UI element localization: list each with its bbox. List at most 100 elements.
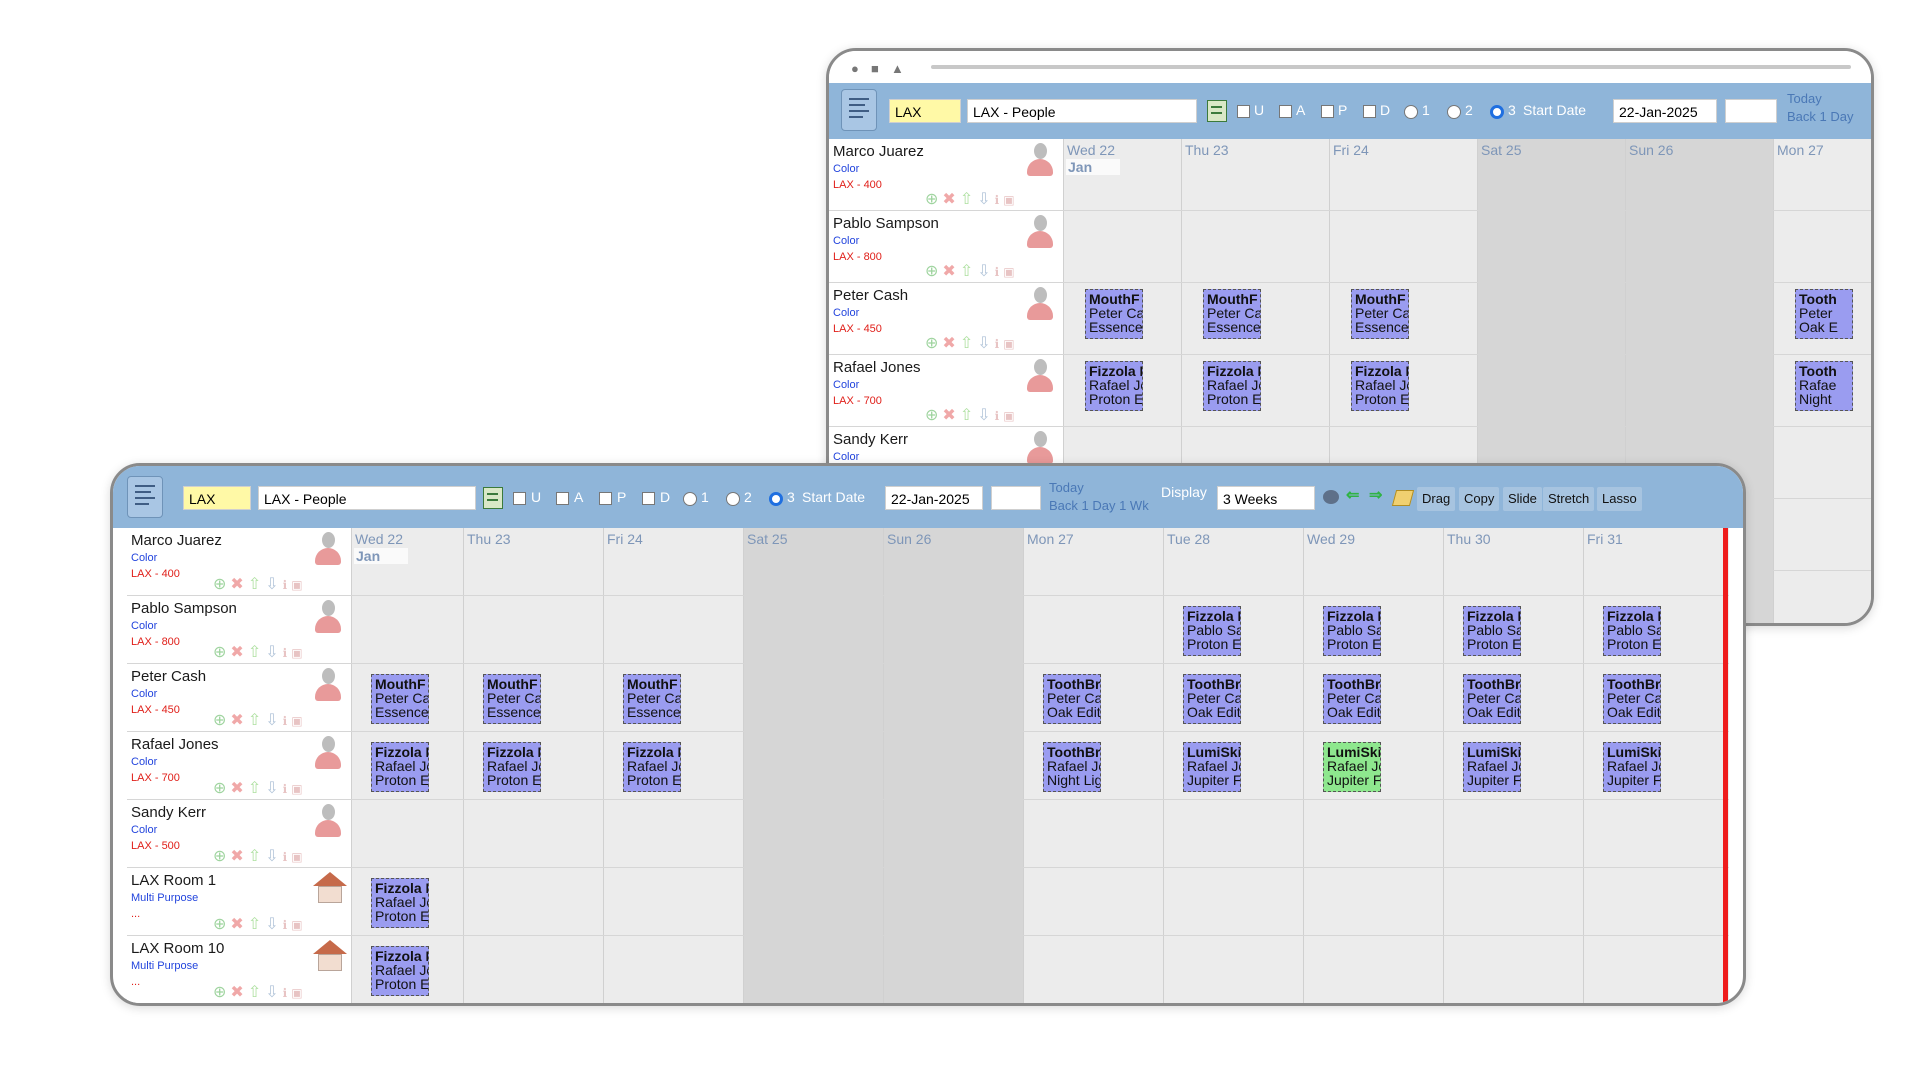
booking-event[interactable]: MouthF Peter Ca Essence (623, 674, 681, 724)
filter-d-checkbox[interactable] (1363, 105, 1376, 118)
booking-event[interactable]: MouthF Peter Ca Essence (1085, 289, 1143, 339)
menu-doc-icon[interactable] (127, 476, 163, 518)
move-up-icon[interactable]: ⇧ (248, 644, 265, 661)
drag-button[interactable]: Drag (1417, 487, 1456, 511)
day-column-sat-25[interactable]: Sat 25 (743, 528, 883, 1003)
info-icon[interactable]: ℹ (995, 193, 1004, 207)
info-icon[interactable]: ℹ (995, 409, 1004, 423)
spreadsheet-icon[interactable] (483, 487, 503, 509)
delete-icon[interactable]: ✖ (230, 916, 247, 933)
delete-icon[interactable]: ✖ (230, 576, 247, 593)
booking-event[interactable]: Fizzola I Pablo Sa Proton E (1603, 606, 1661, 656)
resource-name[interactable]: Peter Cash (131, 668, 206, 685)
minimize-icon[interactable]: ▲ (891, 61, 904, 76)
delete-icon[interactable]: ✖ (942, 407, 959, 424)
resource-row-header[interactable]: Rafael Jones Color LAX - 700 ⊕✖⇧⇩ℹ▣ (829, 355, 1063, 427)
info-icon[interactable]: ℹ (995, 265, 1004, 279)
move-up-icon[interactable]: ⇧ (248, 576, 265, 593)
resource-name[interactable]: LAX Room 10 (131, 940, 224, 957)
address-bar[interactable] (931, 65, 1851, 69)
move-down-icon[interactable]: ⇩ (265, 780, 282, 797)
lasso-button[interactable]: Lasso (1597, 487, 1642, 511)
delete-icon[interactable]: ✖ (230, 644, 247, 661)
move-down-icon[interactable]: ⇩ (265, 984, 282, 1001)
radio-1[interactable] (1404, 105, 1418, 119)
resource-row-header[interactable]: Peter Cash Color LAX - 450 ⊕✖⇧⇩ℹ▣ (127, 664, 351, 732)
add-icon[interactable]: ⊕ (213, 916, 230, 933)
move-up-icon[interactable]: ⇧ (960, 263, 977, 280)
flag-icon[interactable]: ▣ (1003, 265, 1018, 279)
move-down-icon[interactable]: ⇩ (265, 916, 282, 933)
filter-d-checkbox[interactable] (642, 492, 655, 505)
move-up-icon[interactable]: ⇧ (960, 335, 977, 352)
delete-icon[interactable]: ✖ (230, 780, 247, 797)
start-date-input[interactable]: 22-Jan-2025 (885, 486, 983, 510)
booking-event[interactable]: MouthF Peter Ca Essence (371, 674, 429, 724)
slide-button[interactable]: Slide (1503, 487, 1542, 511)
move-down-icon[interactable]: ⇩ (265, 848, 282, 865)
resource-row-header[interactable]: LAX Room 1 Multi Purpose... ⊕✖⇧⇩ℹ▣ (127, 868, 351, 936)
today-link[interactable]: Today (1049, 480, 1084, 495)
delete-icon[interactable]: ✖ (942, 191, 959, 208)
radio-1[interactable] (683, 492, 697, 506)
booking-event[interactable]: Fizzola I Pablo Sa Proton E (1323, 606, 1381, 656)
flag-icon[interactable]: ▣ (291, 578, 306, 592)
notes-icon[interactable] (1391, 490, 1415, 506)
flag-icon[interactable]: ▣ (1003, 409, 1018, 423)
radio-3[interactable] (769, 492, 783, 506)
flag-icon[interactable]: ▣ (1003, 193, 1018, 207)
view-name-input[interactable]: LAX - People (967, 99, 1197, 123)
resource-name[interactable]: Pablo Sampson (131, 600, 237, 617)
booking-event[interactable]: Fizzola I Rafael Jo Proton E (483, 742, 541, 792)
booking-event[interactable]: ToothBr Rafael Jo Night Lig (1043, 742, 1101, 792)
move-down-icon[interactable]: ⇩ (265, 576, 282, 593)
resource-row-header[interactable]: Pablo Sampson Color LAX - 800 ⊕✖⇧⇩ℹ▣ (829, 211, 1063, 283)
booking-event[interactable]: LumiSki Rafael Jo Jupiter F (1463, 742, 1521, 792)
info-icon[interactable]: ℹ (283, 782, 292, 796)
move-down-icon[interactable]: ⇩ (977, 335, 994, 352)
move-up-icon[interactable]: ⇧ (248, 780, 265, 797)
booking-event[interactable]: Fizzola I Rafael Jo Proton E (623, 742, 681, 792)
delete-icon[interactable]: ✖ (230, 848, 247, 865)
resource-row-header[interactable]: LAX Room 10 Multi Purpose... ⊕✖⇧⇩ℹ▣ (127, 936, 351, 1003)
booking-event[interactable]: Tooth Peter Oak E (1795, 289, 1853, 339)
move-down-icon[interactable]: ⇩ (977, 407, 994, 424)
extra-input[interactable] (991, 486, 1041, 510)
menu-doc-icon[interactable] (841, 89, 877, 131)
spreadsheet-icon[interactable] (1207, 100, 1227, 122)
arrow-left-icon[interactable]: ⇐ (1346, 485, 1359, 505)
copy-button[interactable]: Copy (1459, 487, 1500, 511)
info-icon[interactable]: ℹ (283, 918, 292, 932)
booking-event[interactable]: MouthF Peter Ca Essence (1351, 289, 1409, 339)
move-up-icon[interactable]: ⇧ (248, 848, 265, 865)
resource-row-header[interactable]: Sandy Kerr Color LAX - 500 ⊕✖⇧⇩ℹ▣ (127, 800, 351, 868)
booking-event[interactable]: Fizzola I Pablo Sa Proton E (1463, 606, 1521, 656)
booking-event[interactable]: ToothBr Peter Ca Oak Edit (1183, 674, 1241, 724)
booking-event[interactable]: ToothBr Peter Ca Oak Edit (1043, 674, 1101, 724)
add-icon[interactable]: ⊕ (213, 576, 230, 593)
back-day-link[interactable]: Back 1 Day (1787, 109, 1853, 124)
resource-name[interactable]: Sandy Kerr (131, 804, 206, 821)
add-icon[interactable]: ⊕ (925, 263, 942, 280)
add-icon[interactable]: ⊕ (213, 984, 230, 1001)
booking-event[interactable]: Fizzola I Rafael Jo Proton E (1085, 361, 1143, 411)
info-icon[interactable]: ℹ (283, 986, 292, 1000)
add-icon[interactable]: ⊕ (925, 191, 942, 208)
booking-event[interactable]: LumiSki Rafael Jo Jupiter F (1323, 742, 1381, 792)
move-up-icon[interactable]: ⇧ (248, 916, 265, 933)
radio-3[interactable] (1490, 105, 1504, 119)
filter-p-checkbox[interactable] (1321, 105, 1334, 118)
close-icon[interactable]: ● (851, 61, 859, 76)
resource-row-header[interactable]: Pablo Sampson Color LAX - 800 ⊕✖⇧⇩ℹ▣ (127, 596, 351, 664)
move-up-icon[interactable]: ⇧ (960, 191, 977, 208)
filter-p-checkbox[interactable] (599, 492, 612, 505)
move-down-icon[interactable]: ⇩ (265, 712, 282, 729)
booking-event[interactable]: LumiSki Rafael Jo Jupiter F (1603, 742, 1661, 792)
resource-name[interactable]: Rafael Jones (833, 359, 921, 376)
booking-event[interactable]: Fizzola I Rafael Jo Proton E (371, 946, 429, 996)
add-icon[interactable]: ⊕ (213, 848, 230, 865)
resource-name[interactable]: Pablo Sampson (833, 215, 939, 232)
info-icon[interactable]: ℹ (283, 646, 292, 660)
back-day-week-link[interactable]: Back 1 Day 1 Wk (1049, 498, 1149, 513)
flag-icon[interactable]: ▣ (291, 850, 306, 864)
